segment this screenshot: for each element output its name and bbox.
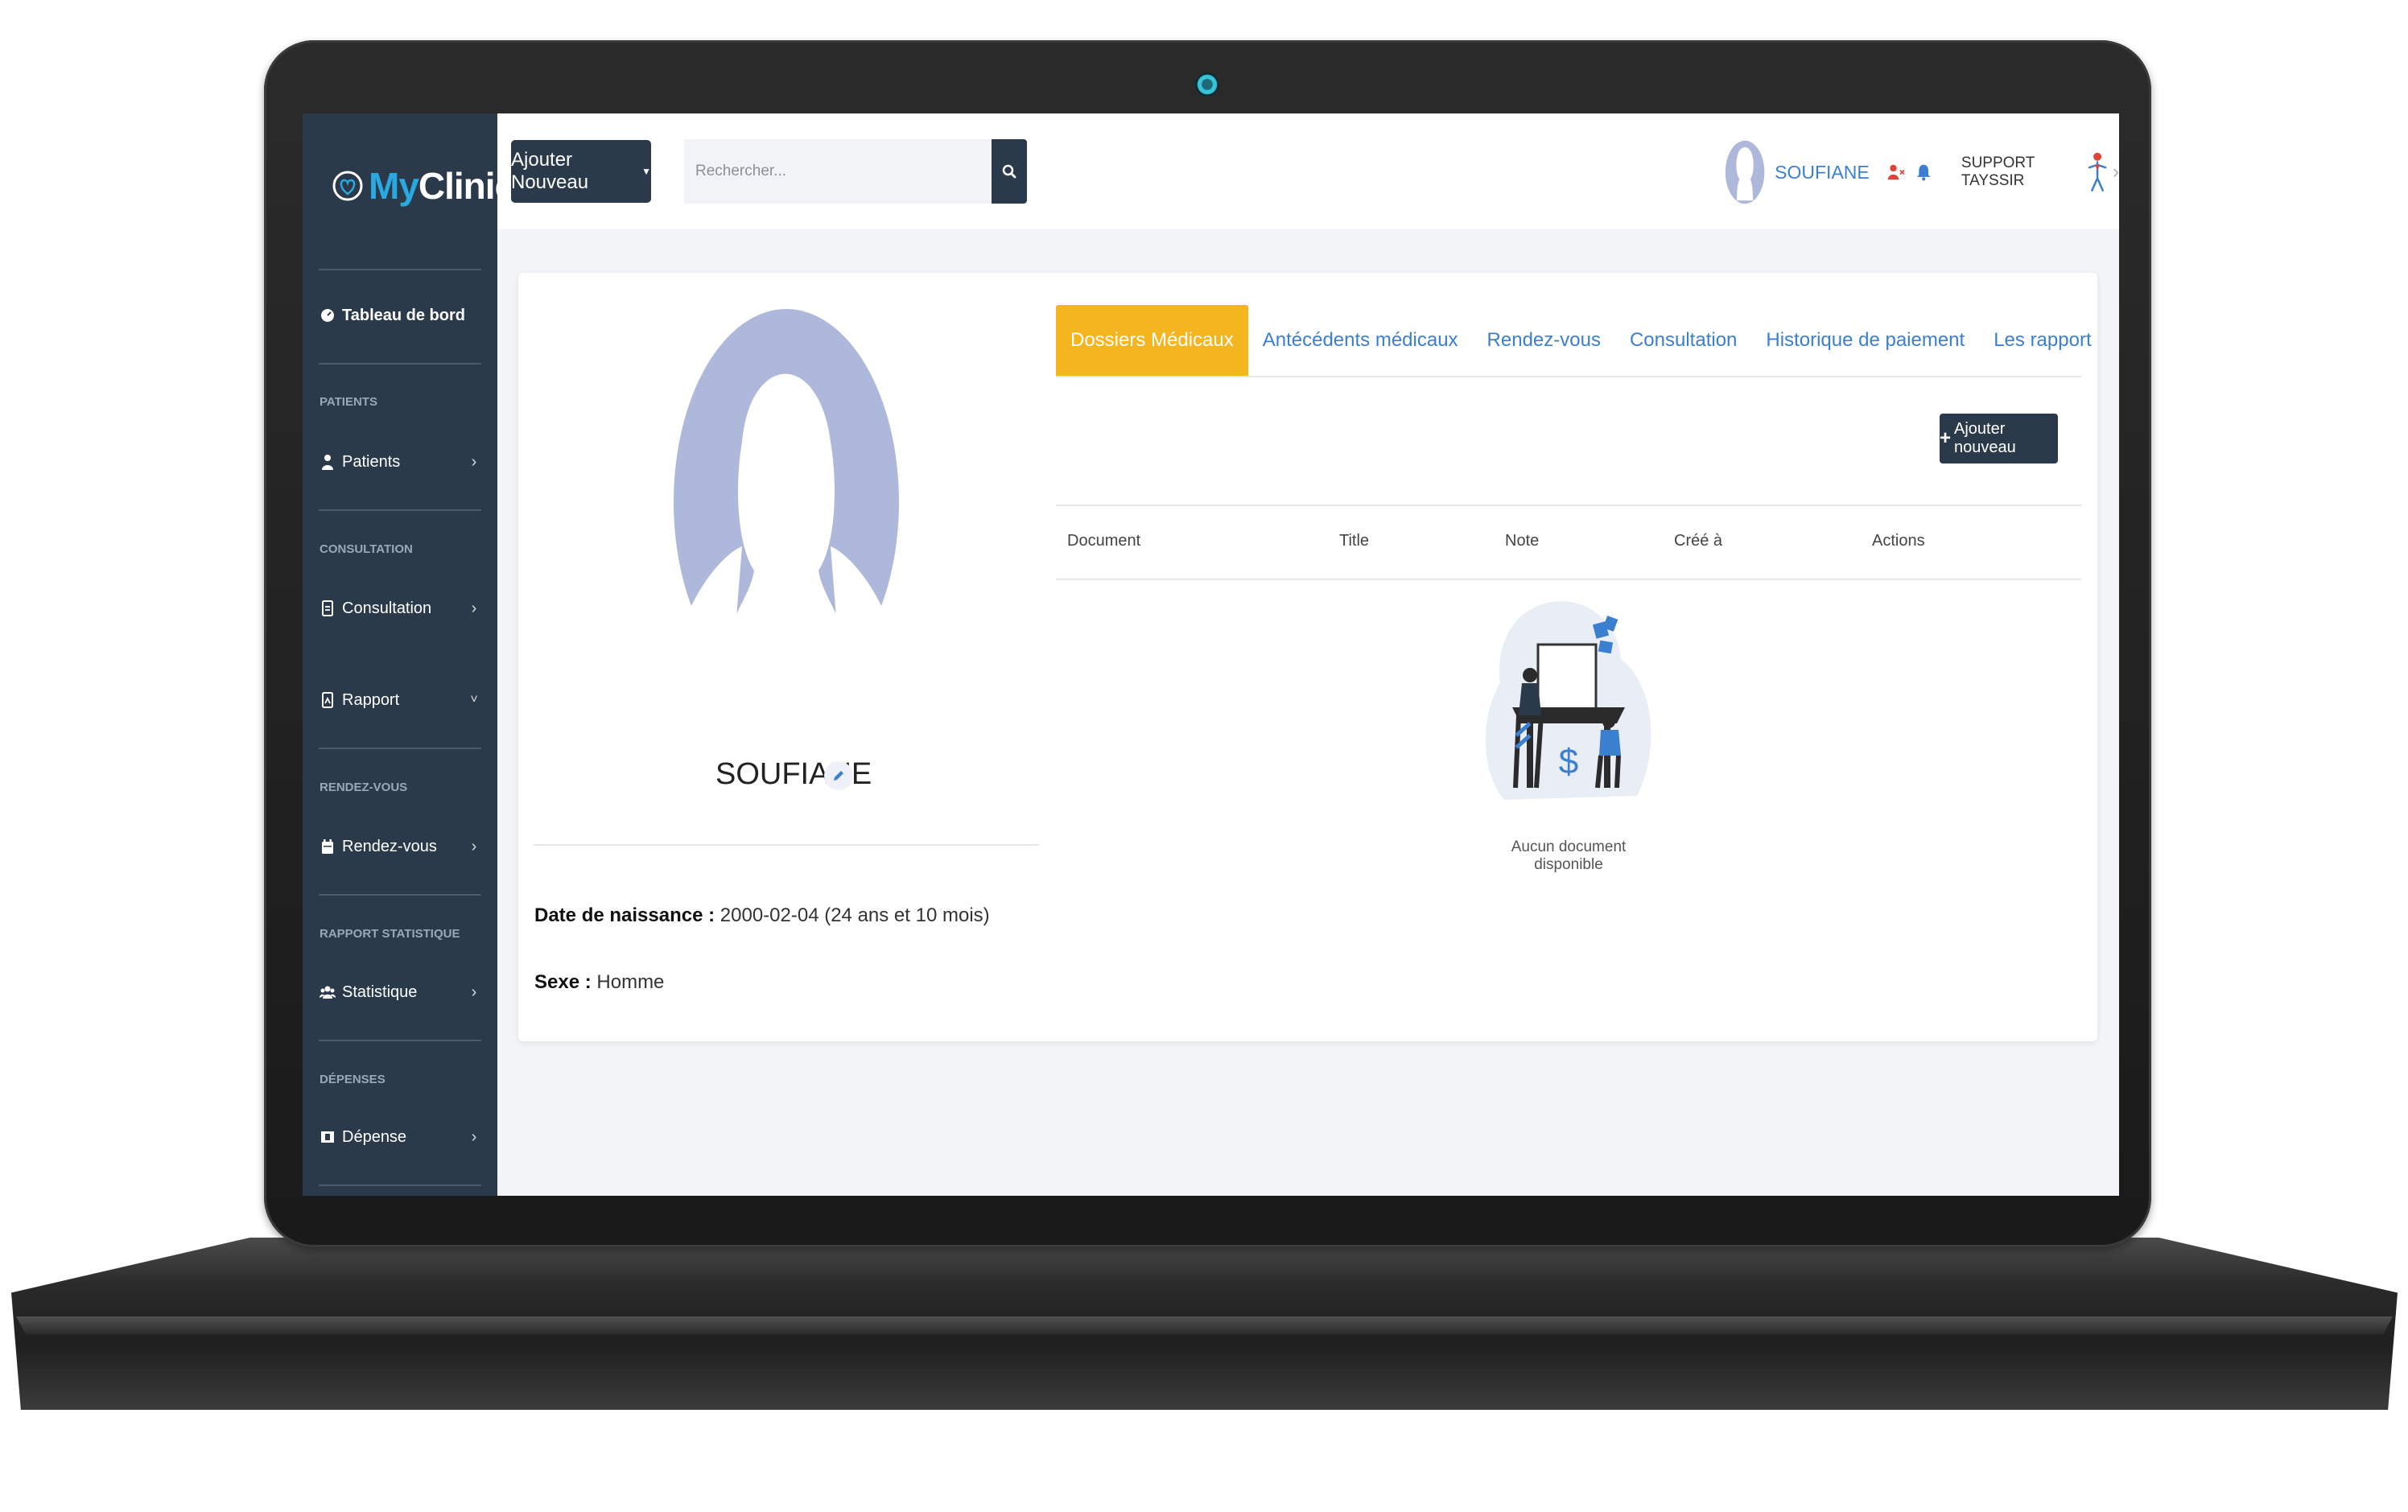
add-new-label: Ajouter Nouveau bbox=[511, 149, 589, 193]
patient-profile-card: SOUFIANE Date de naissance : 2000-02-04 … bbox=[518, 273, 2097, 1041]
column-header-title[interactable]: Title bbox=[1339, 532, 1369, 550]
laptop-base-edge bbox=[16, 1316, 2393, 1334]
bell-icon[interactable] bbox=[1916, 162, 1931, 183]
laptop-mockup: MyClinic Tableau de bord PATIENTS Patien… bbox=[0, 0, 2408, 1512]
sidebar-item-label: Statistique bbox=[342, 983, 418, 1001]
report-file-icon bbox=[320, 692, 336, 708]
webcam-icon bbox=[1195, 72, 1219, 97]
tab-les-rapport[interactable]: Les rapport bbox=[1979, 305, 2105, 376]
logo-text-my: My bbox=[369, 165, 419, 207]
sidebar-divider bbox=[319, 1040, 481, 1041]
profile-avatar bbox=[674, 309, 899, 699]
add-document-button[interactable]: + Ajouter nouveau bbox=[1940, 414, 2058, 463]
svg-text:$: $ bbox=[1559, 742, 1578, 781]
chevron-right-icon: › bbox=[471, 452, 477, 471]
chevron-right-icon: › bbox=[471, 837, 477, 855]
profile-divider bbox=[534, 844, 1039, 846]
empty-documents-text: Aucun document disponible bbox=[1511, 838, 1627, 873]
sidebar-item-label: Consultation bbox=[342, 599, 432, 617]
sidebar-divider bbox=[319, 509, 481, 511]
tab-consultation[interactable]: Consultation bbox=[1615, 305, 1751, 376]
user-avatar[interactable] bbox=[1725, 134, 1765, 211]
chevron-right-icon: › bbox=[471, 1127, 477, 1146]
sidebar-section-depenses: DÉPENSES bbox=[320, 1073, 386, 1086]
calendar-icon bbox=[320, 838, 336, 855]
chevron-right-icon: › bbox=[471, 599, 477, 617]
column-header-document[interactable]: Document bbox=[1067, 532, 1140, 550]
sidebar-divider bbox=[319, 363, 481, 365]
chevron-right-icon[interactable]: › bbox=[2113, 161, 2119, 183]
column-header-actions[interactable]: Actions bbox=[1872, 532, 1925, 550]
sidebar-item-dashboard[interactable]: Tableau de bord bbox=[320, 301, 482, 330]
user-icon bbox=[320, 454, 336, 470]
users-group-icon bbox=[320, 984, 336, 1000]
sidebar-divider bbox=[319, 1184, 481, 1186]
column-header-created-at[interactable]: Créé à bbox=[1674, 532, 1722, 550]
sidebar-item-label: Rapport bbox=[342, 690, 400, 709]
documents-table-header: Document Title Note Créé à Actions bbox=[1056, 505, 2081, 580]
edit-patient-button[interactable] bbox=[824, 761, 853, 790]
sidebar-divider bbox=[319, 894, 481, 896]
support-label[interactable]: SUPPORT TAYSSIR bbox=[1961, 154, 2079, 190]
sidebar-item-rendez-vous[interactable]: Rendez-vous › bbox=[320, 832, 482, 861]
sidebar-item-label: Dépense bbox=[342, 1127, 407, 1146]
sex-row: Sexe : Homme bbox=[534, 971, 664, 994]
sex-value: Homme bbox=[596, 971, 665, 993]
sidebar-item-label: Tableau de bord bbox=[342, 306, 465, 324]
money-icon bbox=[320, 1129, 336, 1145]
column-header-note[interactable]: Note bbox=[1505, 532, 1539, 550]
sidebar-item-label: Patients bbox=[342, 452, 401, 471]
logo-text: MyClinic bbox=[369, 164, 515, 208]
birth-date-label: Date de naissance : bbox=[534, 904, 715, 926]
caret-down-icon: ▼ bbox=[641, 166, 651, 177]
user-name[interactable]: SOUFIANE bbox=[1775, 162, 1870, 183]
add-document-label: Ajouter nouveau bbox=[1954, 420, 2016, 456]
user-menu: SOUFIANE SUPPORT TAYSSIR › bbox=[1725, 128, 2119, 216]
pencil-icon bbox=[834, 771, 843, 781]
birth-date-value: 2000-02-04 (24 ans et 10 mois) bbox=[720, 904, 990, 926]
tab-dossiers-medicaux[interactable]: Dossiers Médicaux bbox=[1056, 305, 1248, 376]
search-button[interactable] bbox=[992, 139, 1027, 204]
search-input[interactable] bbox=[684, 139, 992, 204]
dashboard-icon bbox=[320, 307, 336, 323]
support-person-icon[interactable] bbox=[2085, 147, 2109, 197]
sidebar-item-label: Rendez-vous bbox=[342, 837, 437, 855]
sidebar-section-statistique: RAPPORT STATISTIQUE bbox=[320, 927, 460, 941]
app-screen: MyClinic Tableau de bord PATIENTS Patien… bbox=[303, 113, 2119, 1196]
tab-historique-paiement[interactable]: Historique de paiement bbox=[1751, 305, 1979, 376]
sidebar-section-consultation: CONSULTATION bbox=[320, 542, 413, 556]
add-new-dropdown-button[interactable]: Ajouter Nouveau ▼ bbox=[511, 140, 651, 203]
myclinic-logo[interactable]: MyClinic bbox=[332, 152, 515, 220]
plus-icon: + bbox=[1940, 427, 1952, 449]
topbar: Ajouter Nouveau ▼ SOUFIANE bbox=[497, 113, 2119, 229]
sidebar-section-patients: PATIENTS bbox=[320, 395, 377, 409]
patient-tabs: Dossiers Médicaux Antécédents médicaux R… bbox=[1056, 305, 2092, 377]
sidebar-divider bbox=[319, 269, 481, 270]
file-icon bbox=[320, 600, 336, 616]
tab-antecedents-medicaux[interactable]: Antécédents médicaux bbox=[1248, 305, 1473, 376]
empty-documents-illustration: $ bbox=[1485, 601, 1651, 800]
tab-rendez-vous[interactable]: Rendez-vous bbox=[1473, 305, 1615, 376]
heart-logo-icon bbox=[332, 171, 363, 201]
sidebar: MyClinic Tableau de bord PATIENTS Patien… bbox=[303, 113, 515, 1196]
search-icon bbox=[1002, 164, 1016, 179]
search-bar bbox=[684, 139, 1027, 204]
birth-date-row: Date de naissance : 2000-02-04 (24 ans e… bbox=[534, 904, 990, 927]
sidebar-section-rendez-vous: RENDEZ-VOUS bbox=[320, 781, 408, 794]
chevron-down-icon: ˅ bbox=[470, 693, 478, 707]
sex-label: Sexe : bbox=[534, 971, 592, 993]
sidebar-item-statistique[interactable]: Statistique › bbox=[320, 978, 482, 1007]
sidebar-item-depense[interactable]: Dépense › bbox=[320, 1123, 482, 1152]
user-add-icon[interactable] bbox=[1887, 162, 1905, 183]
sidebar-item-consultation[interactable]: Consultation › bbox=[320, 594, 482, 623]
sidebar-item-rapport[interactable]: Rapport ˅ bbox=[320, 686, 482, 715]
sidebar-item-patients[interactable]: Patients › bbox=[320, 447, 482, 476]
sidebar-divider bbox=[319, 748, 481, 749]
chevron-right-icon: › bbox=[471, 983, 477, 1001]
